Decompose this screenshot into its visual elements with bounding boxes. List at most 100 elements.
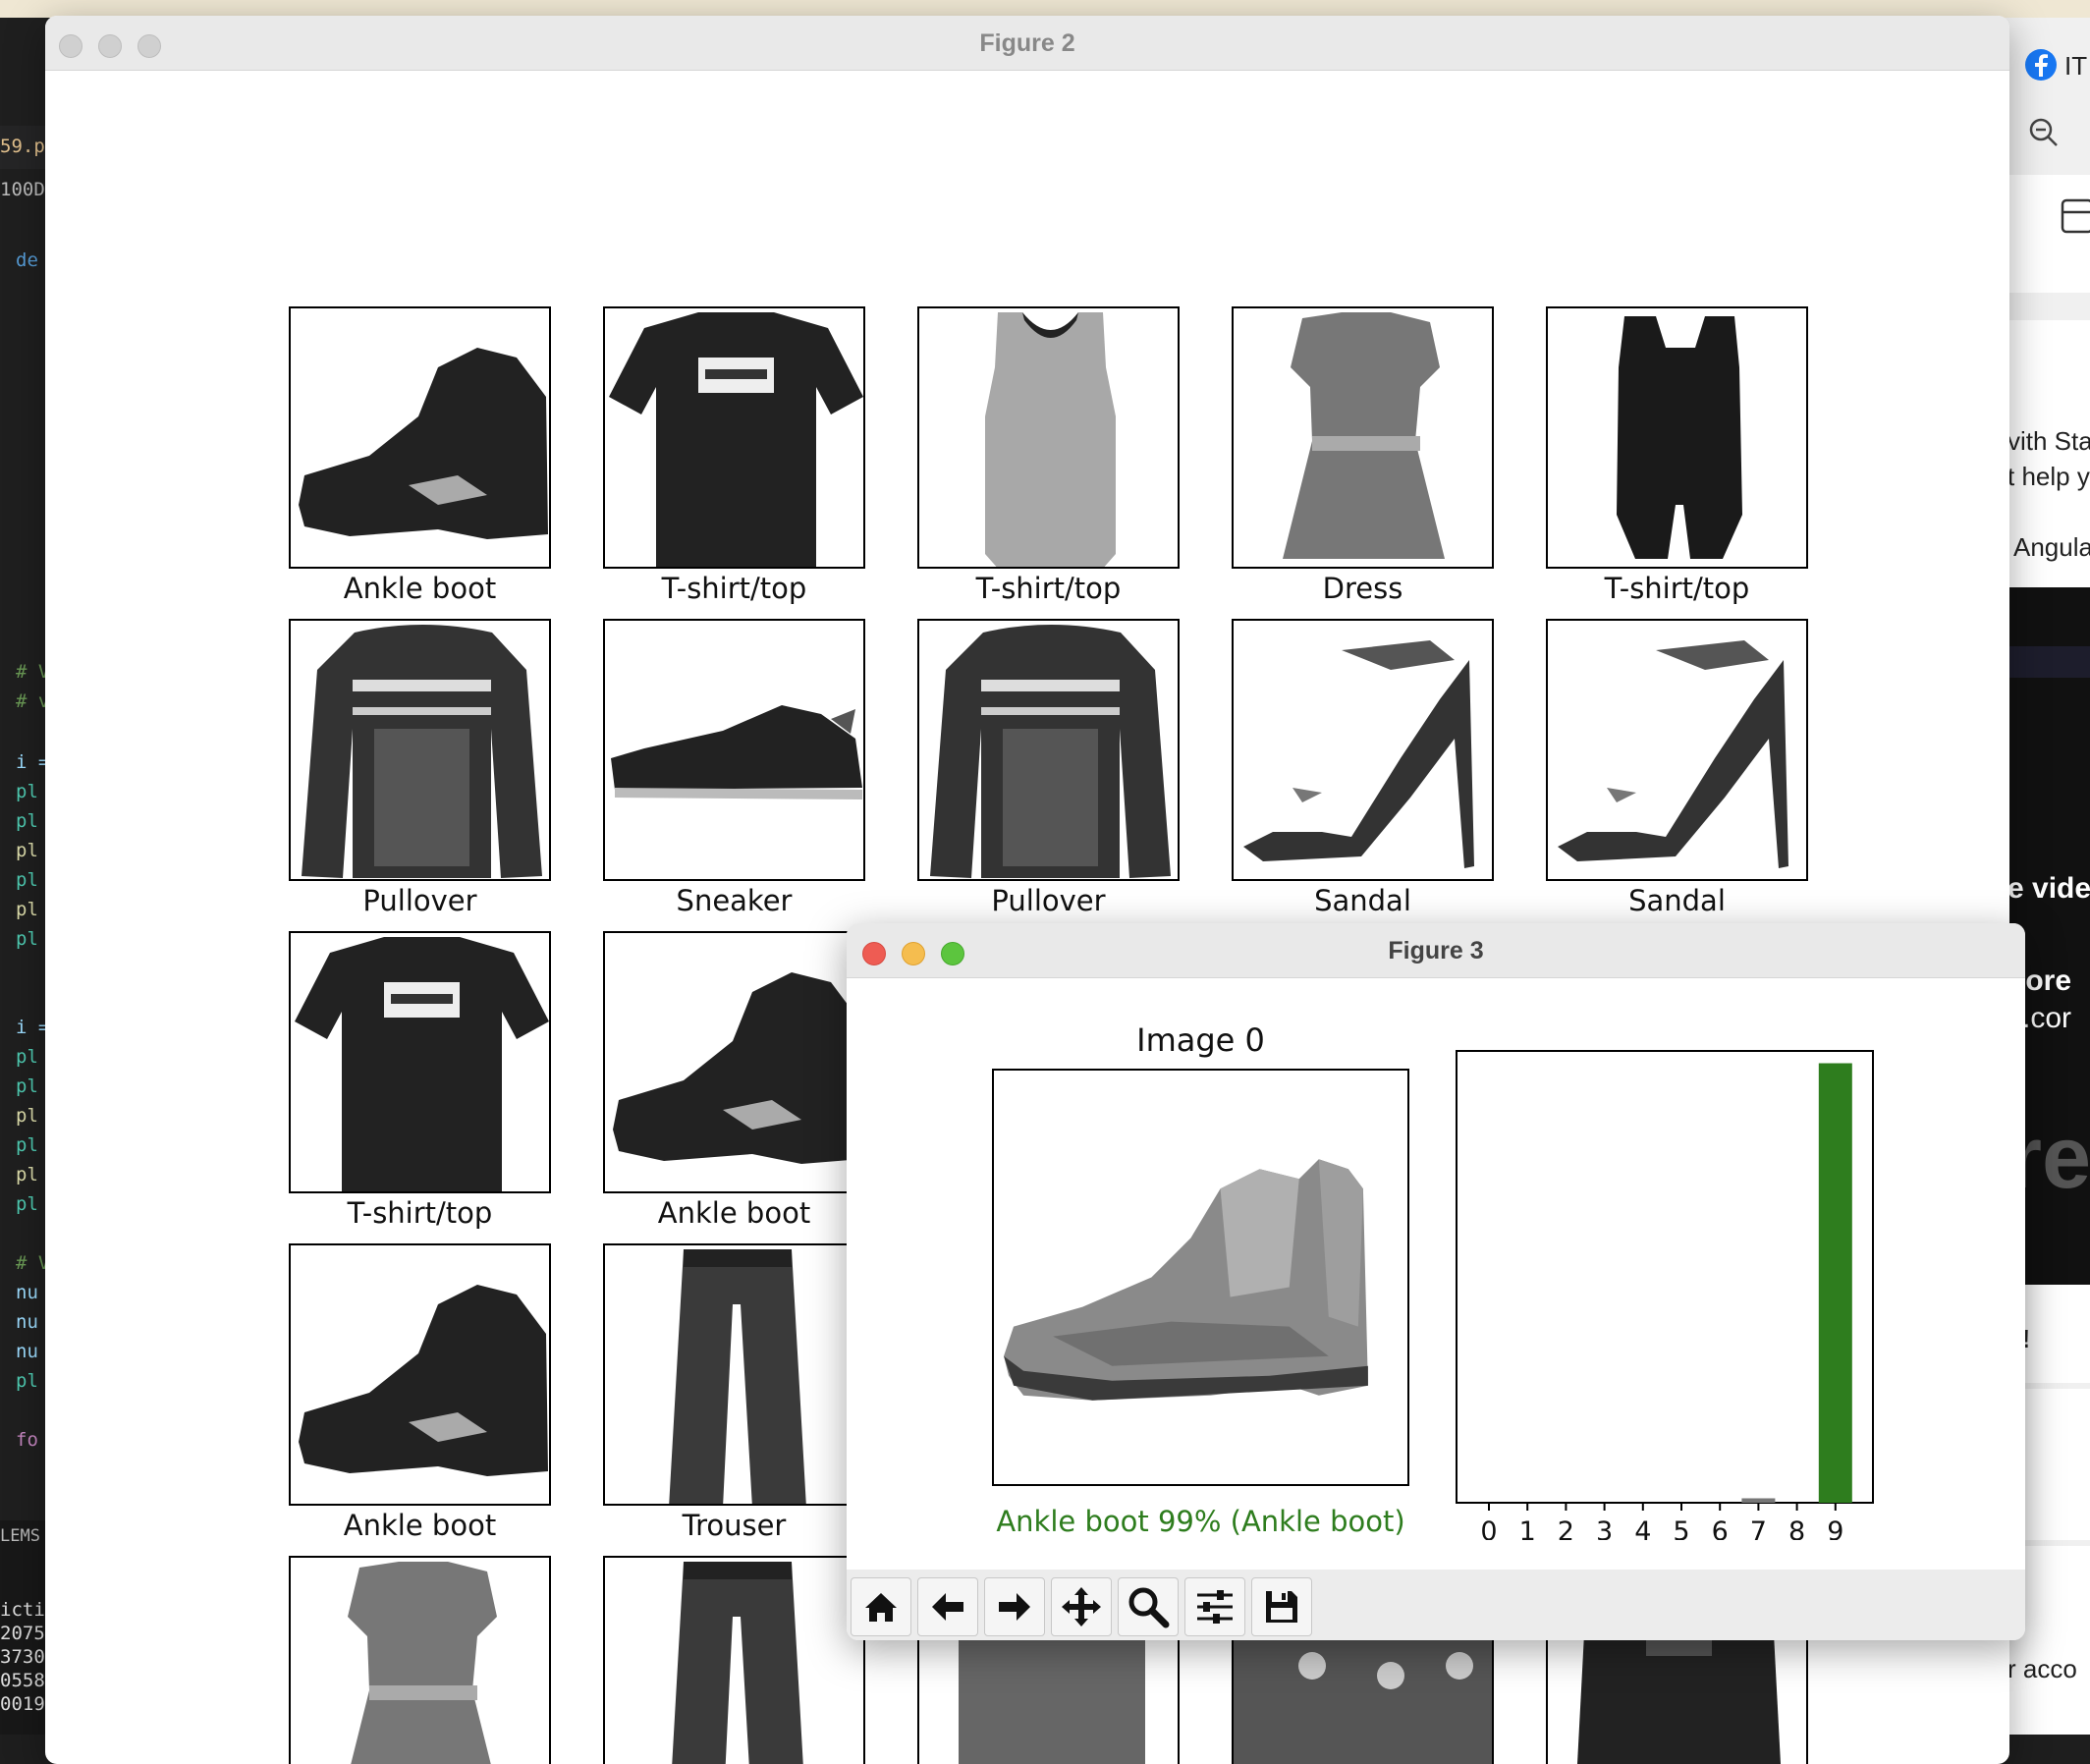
grid-label: Sandal <box>1314 884 1411 917</box>
grid-cell <box>1546 306 1808 569</box>
grid-cell <box>1546 619 1808 881</box>
boot-image <box>299 348 548 539</box>
code-line: pl <box>16 1075 38 1097</box>
boot-image <box>299 1285 548 1476</box>
code-line: i = <box>16 1017 47 1038</box>
sneaker-image <box>611 705 862 799</box>
code-line: pl <box>16 1164 38 1185</box>
grid-cell <box>1232 306 1494 569</box>
code-line: de <box>16 249 38 271</box>
grid-label: Ankle boot <box>657 1196 811 1230</box>
grid-cell <box>917 306 1180 569</box>
boot-image <box>613 972 862 1164</box>
trouser-image <box>669 1249 806 1504</box>
probability-chart: 0123456789 <box>1456 1049 1888 1547</box>
code-line: nu <box>16 1311 38 1333</box>
code-line: # v <box>16 690 47 712</box>
code-line: pl <box>16 781 38 802</box>
x-tick-label: 5 <box>1673 1516 1689 1540</box>
pan-icon <box>1062 1587 1101 1626</box>
code-line: pl <box>16 1370 38 1392</box>
sandal-image <box>1558 640 1788 868</box>
tshirt-image <box>295 937 549 1191</box>
dress-image <box>1283 312 1445 559</box>
zoom-out-icon[interactable] <box>2027 116 2061 149</box>
grid-label: Pullover <box>991 884 1106 917</box>
prediction-label: Ankle boot 99% (Ankle boot) <box>996 1505 1405 1538</box>
browser-tab-label: IT <box>2064 51 2088 81</box>
back-button[interactable] <box>917 1577 978 1636</box>
configure-subplots-button[interactable] <box>1184 1577 1245 1636</box>
store-icon[interactable] <box>2059 194 2090 238</box>
figure-3-window: Figure 3 Image 0 Ankle boot 99% (Ankle b… <box>847 923 2025 1640</box>
jumpsuit-image <box>1617 316 1742 559</box>
code-line: # V <box>16 1252 47 1274</box>
image-title: Image 0 <box>1136 1021 1265 1059</box>
pullover-image <box>930 625 1171 878</box>
window-title: Figure 3 <box>1388 937 1484 965</box>
configure-subplots-icon <box>1197 1590 1233 1624</box>
panel-line: 37308 <box>0 1646 47 1668</box>
pullover-image <box>302 625 542 878</box>
x-tick-label: 4 <box>1634 1516 1651 1540</box>
panel-title: LEMS <box>0 1526 40 1546</box>
sandal-image <box>1243 640 1474 868</box>
dress-image <box>348 1562 497 1764</box>
home-button[interactable] <box>851 1577 911 1636</box>
code-line: pl <box>16 899 38 920</box>
grid-cell <box>917 619 1180 881</box>
bar-9 <box>1818 1063 1852 1503</box>
x-tick-label: 1 <box>1519 1516 1536 1540</box>
code-line: pl <box>16 840 38 861</box>
figure-3-titlebar[interactable]: Figure 3 <box>847 923 2025 978</box>
browser-text: Angula <box>2013 532 2090 562</box>
chart-frame <box>1456 1050 1874 1504</box>
facebook-icon[interactable] <box>2023 47 2059 83</box>
zoom-button[interactable] <box>1118 1577 1179 1636</box>
grid-cell <box>603 931 865 1193</box>
grid-cell <box>603 619 865 881</box>
ankle-boot-image <box>1004 1159 1368 1401</box>
code-line: pl <box>16 1193 38 1215</box>
x-tick-label: 2 <box>1558 1516 1574 1540</box>
x-tick-label: 6 <box>1712 1516 1729 1540</box>
x-tick-label: 0 <box>1480 1516 1497 1540</box>
browser-text: r acco <box>2008 1654 2077 1683</box>
panel-line: 20758 <box>0 1623 47 1644</box>
grid-label: Ankle boot <box>343 572 497 605</box>
code-line: pl <box>16 1046 38 1068</box>
panel-line: 00192 <box>0 1693 47 1715</box>
browser-toolbar <box>2004 18 2090 175</box>
tank-top-image <box>985 312 1116 567</box>
save-button[interactable] <box>1251 1577 1312 1636</box>
code-line: pl <box>16 1105 38 1127</box>
editor-tab-label: 59.p <box>0 136 45 157</box>
browser-text: vith Sta <box>2008 426 2090 456</box>
grid-cell <box>1232 619 1494 881</box>
x-tick-label: 3 <box>1596 1516 1613 1540</box>
code-editor-background: 59.p 100D de # V # v i = pl pl pl pl pl pl i = pl pl… <box>0 18 47 1735</box>
grid-cell <box>289 1243 551 1506</box>
home-icon <box>865 1593 897 1622</box>
pan-button[interactable] <box>1051 1577 1112 1636</box>
grid-label: Ankle boot <box>343 1509 497 1542</box>
x-tick-label: 8 <box>1788 1516 1805 1540</box>
editor-breadcrumb: 100D <box>0 179 45 200</box>
grid-cell <box>289 931 551 1193</box>
grid-cell <box>603 1556 865 1764</box>
forward-button[interactable] <box>984 1577 1045 1636</box>
grid-label: Trouser <box>682 1509 787 1542</box>
editor-tab[interactable]: 59.p <box>0 126 47 169</box>
panel-line: 05583 <box>0 1670 47 1691</box>
tshirt-image <box>609 312 863 567</box>
grid-label: Pullover <box>362 884 477 917</box>
x-tick-label: 9 <box>1827 1516 1843 1540</box>
grid-cell <box>603 1243 865 1506</box>
code-line: pl <box>16 869 38 891</box>
zoom-icon <box>1128 1587 1170 1628</box>
figure-2-titlebar[interactable]: Figure 2 <box>45 16 2009 71</box>
code-line: # V <box>16 661 47 683</box>
problems-panel: LEMS ictio20758373080558300192 <box>0 1520 47 1735</box>
grid-label: Sneaker <box>676 884 793 917</box>
window-title: Figure 2 <box>979 29 1075 57</box>
